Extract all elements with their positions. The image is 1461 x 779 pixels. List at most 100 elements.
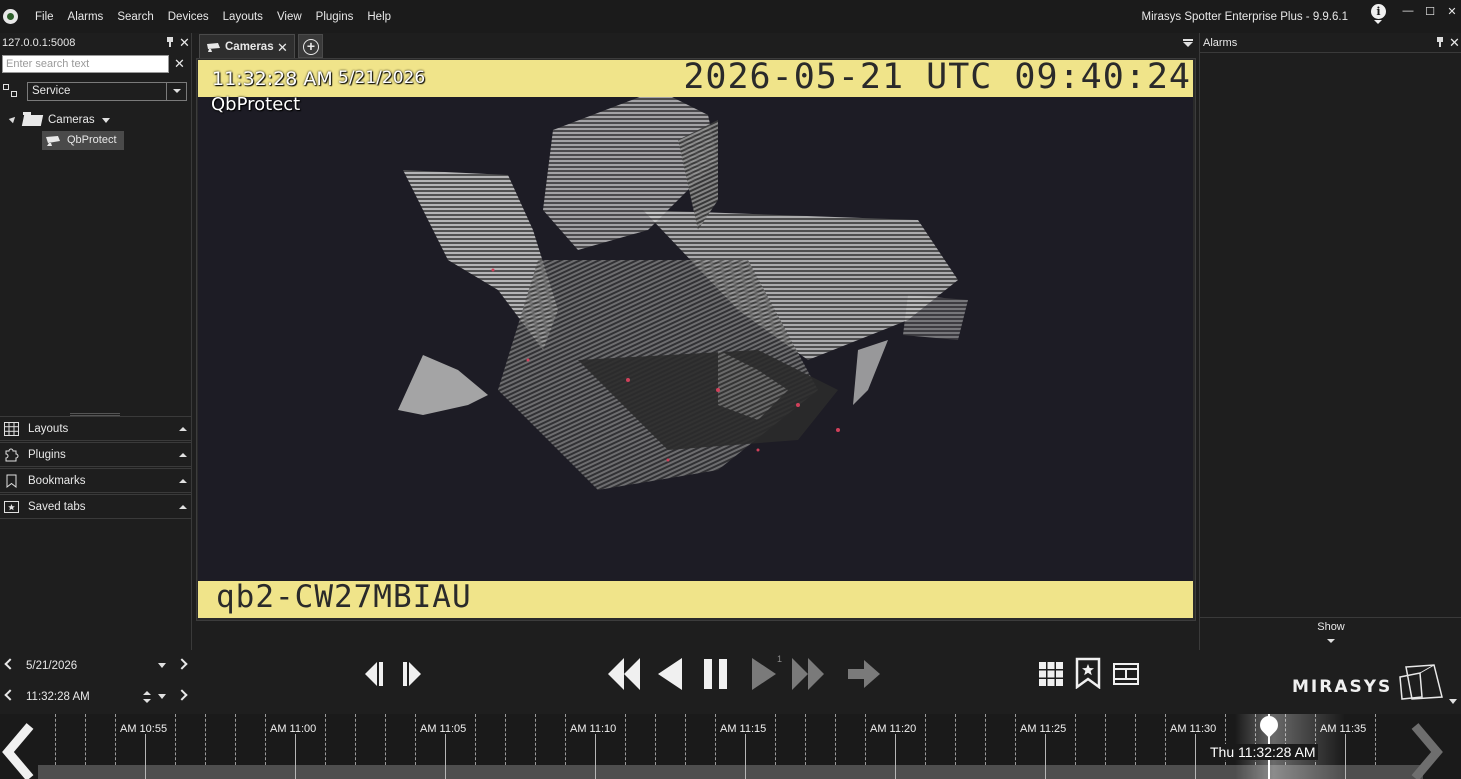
clear-search-icon[interactable]: ✕	[174, 57, 185, 70]
timeline-minor-tick	[235, 714, 236, 765]
tab-cameras[interactable]: Cameras ✕	[199, 34, 295, 58]
hierarchy-icon[interactable]	[3, 84, 19, 98]
timeline-label: AM 11:25	[1020, 723, 1067, 735]
app-title: Mirasys Spotter Enterprise Plus - 9.9.6.…	[1141, 11, 1348, 23]
timeline-minor-tick	[955, 714, 956, 765]
next-time-icon[interactable]	[176, 689, 188, 701]
timeline-label: AM 11:10	[570, 723, 617, 735]
alarms-panel: Alarms ✕ Show	[1199, 33, 1461, 650]
timeline-minor-tick	[1075, 714, 1076, 765]
pointcloud-image	[398, 90, 968, 490]
folder-icon	[23, 112, 43, 126]
timeline-track[interactable]	[38, 765, 1423, 779]
alarms-list[interactable]	[1200, 53, 1461, 618]
add-tab-button[interactable]: +	[298, 34, 323, 58]
prev-day-icon[interactable]	[4, 658, 16, 670]
accordion-saved-tabs[interactable]: Saved tabs	[0, 494, 191, 519]
rewind-icon[interactable]	[606, 656, 642, 692]
chevron-down-icon[interactable]	[102, 118, 110, 123]
menu-layouts[interactable]: Layouts	[216, 11, 270, 23]
play-reverse-icon[interactable]	[656, 656, 686, 692]
search-input[interactable]	[2, 55, 169, 73]
menu-file[interactable]: File	[28, 11, 61, 23]
accordion-layouts[interactable]: Layouts	[0, 416, 191, 441]
tree-folder-cameras[interactable]: Cameras	[48, 114, 95, 126]
time-value[interactable]: 11:32:28 AM	[26, 691, 90, 703]
left-panel: 127.0.0.1:5008 ✕ ✕ Service Cameras QbPro…	[0, 33, 192, 650]
close-tab-icon[interactable]: ✕	[277, 40, 288, 56]
menu-plugins[interactable]: Plugins	[309, 11, 361, 23]
chevron-down-icon[interactable]	[1327, 639, 1335, 643]
go-live-arrow-icon[interactable]	[846, 658, 882, 690]
osd-utc-timestamp: 2026-05-21 UTC 09:40:24	[683, 60, 1191, 97]
timeline-scroll-right-icon[interactable]	[1405, 722, 1451, 779]
brand-logo-text: MIRASYS	[1292, 677, 1393, 697]
next-day-icon[interactable]	[176, 658, 188, 670]
tree-camera-item[interactable]: QbProtect	[42, 131, 124, 150]
timeline-minor-tick	[625, 714, 626, 765]
title-bar: File Alarms Search Devices Layouts View …	[0, 0, 1461, 33]
close-panel-icon[interactable]: ✕	[179, 36, 190, 49]
bookmark-icon	[6, 474, 17, 488]
timeline-cursor-label: Thu 11:32:28 AM	[1208, 744, 1318, 760]
menu-view[interactable]: View	[270, 11, 309, 23]
chevron-down-icon[interactable]	[166, 83, 186, 100]
grid-icon	[4, 422, 19, 436]
pause-icon[interactable]	[702, 657, 730, 691]
chevron-up-icon	[179, 453, 187, 457]
close-panel-icon[interactable]: ✕	[1449, 36, 1460, 49]
maximize-button[interactable]: ☐	[1420, 5, 1440, 19]
date-value[interactable]: 5/21/2026	[26, 660, 77, 672]
chevron-up-icon	[179, 505, 187, 509]
server-address: 127.0.0.1:5008	[2, 37, 76, 49]
minimize-button[interactable]: —	[1398, 5, 1418, 19]
frame-step-buttons[interactable]	[365, 659, 431, 689]
close-window-button[interactable]: ✕	[1442, 5, 1461, 19]
timeline-minor-tick	[175, 714, 176, 765]
timeline-minor-tick	[685, 714, 686, 765]
time-dropdown-icon[interactable]	[158, 694, 166, 699]
menu-search[interactable]: Search	[110, 11, 160, 23]
prev-time-icon[interactable]	[4, 689, 16, 701]
bookmark-star-icon[interactable]	[1075, 657, 1101, 689]
timeline-label: AM 11:05	[420, 723, 467, 735]
camera-video-view[interactable]: 2026-05-21 UTC 09:40:24 11:32:28 AM 5/21…	[198, 60, 1193, 618]
timeline-scroll-left-icon[interactable]	[0, 722, 38, 779]
step-back-icon[interactable]	[365, 662, 383, 686]
timeline-minor-tick	[385, 714, 386, 765]
step-forward-icon[interactable]	[403, 662, 421, 686]
chevron-down-icon[interactable]	[1449, 699, 1457, 704]
tab-label: Cameras	[225, 41, 274, 53]
puzzle-icon	[5, 448, 19, 462]
timeline-label: AM 10:55	[120, 723, 168, 735]
timeline-minor-tick	[835, 714, 836, 765]
tab-menu-icon[interactable]	[1182, 39, 1194, 48]
alarms-show-button[interactable]: Show	[1200, 621, 1461, 633]
timeline[interactable]: AM 10:55 AM 11:00 AM 11:05 AM 11:10 AM 1…	[0, 712, 1461, 779]
accordion-plugins[interactable]: Plugins	[0, 442, 191, 467]
menu-alarms[interactable]: Alarms	[61, 11, 111, 23]
spin-icon[interactable]	[142, 689, 152, 705]
pin-icon[interactable]	[1436, 37, 1444, 47]
tree-expander-icon[interactable]	[8, 114, 18, 124]
info-icon[interactable]: i	[1371, 4, 1386, 19]
speed-badge: 1	[777, 654, 783, 664]
layout-grid-icon[interactable]	[1038, 661, 1064, 687]
play-icon[interactable]	[748, 656, 778, 692]
timeline-major-tick	[1195, 734, 1196, 779]
view-select[interactable]: Service	[27, 82, 187, 101]
menu-devices[interactable]: Devices	[161, 11, 216, 23]
menu-help[interactable]: Help	[360, 11, 398, 23]
accordion-bookmarks[interactable]: Bookmarks	[0, 468, 191, 493]
timeline-minor-tick	[505, 714, 506, 765]
timeline-major-tick	[895, 734, 896, 779]
timeline-minor-tick	[85, 714, 86, 765]
film-clip-icon[interactable]	[1113, 663, 1139, 685]
info-caret-icon[interactable]	[1374, 20, 1382, 24]
calendar-dropdown-icon[interactable]	[158, 663, 166, 668]
pin-icon[interactable]	[166, 37, 174, 47]
fast-forward-icon[interactable]	[790, 656, 826, 692]
timeline-minor-tick	[655, 714, 656, 765]
camera-icon	[207, 43, 220, 52]
brand-logo-icon	[1399, 664, 1443, 700]
